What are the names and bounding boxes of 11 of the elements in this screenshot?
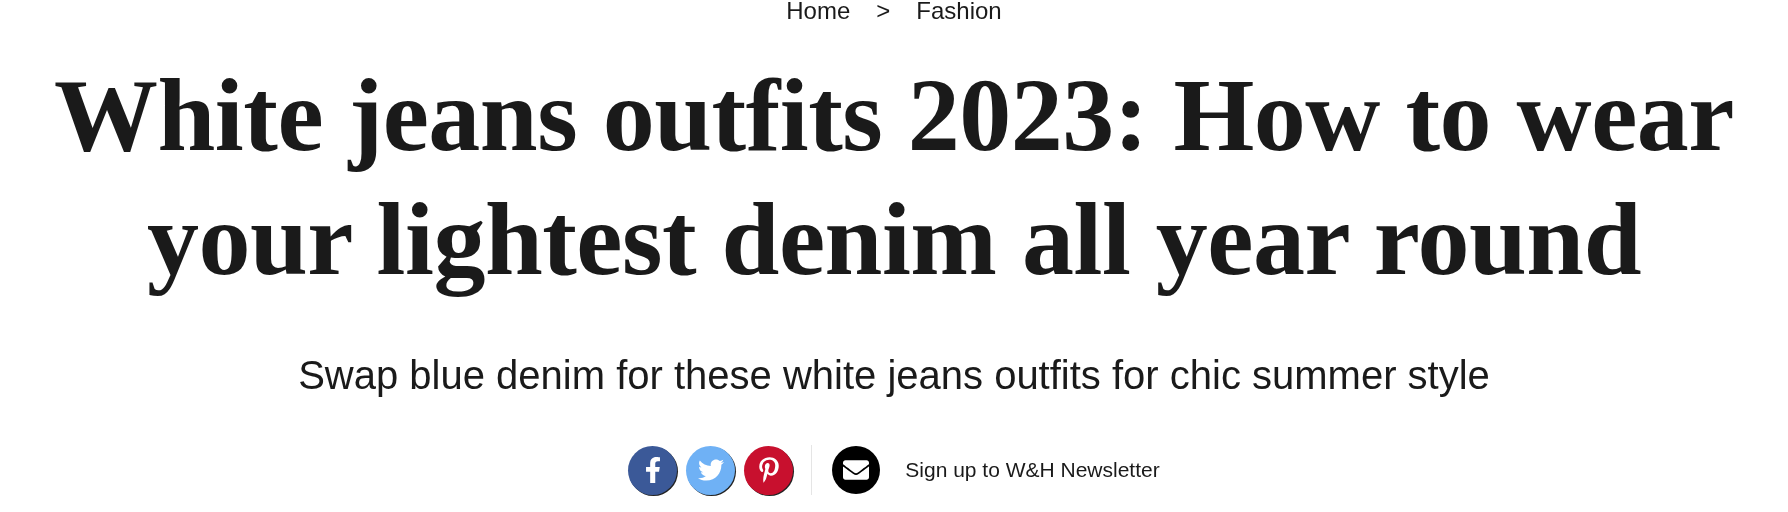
article-title: White jeans outfits 2023: How to wear your lightest denim all year round [53, 56, 1735, 299]
article-standfirst: Swap blue denim for these white jeans outfits for chic summer style [298, 352, 1490, 399]
envelope-icon [832, 446, 881, 494]
facebook-share-button[interactable] [628, 445, 678, 495]
breadcrumb-link[interactable]: Fashion [916, 0, 1002, 23]
pinterest-share-button[interactable] [744, 445, 794, 495]
twitter-logo-icon [697, 457, 724, 483]
breadcrumb-link[interactable]: Home [786, 0, 851, 23]
newsletter-button[interactable]: Sign up to W&H Newsletter [832, 446, 1160, 494]
twitter-share-button[interactable] [686, 445, 736, 495]
breadcrumb-separator: > [876, 0, 891, 23]
